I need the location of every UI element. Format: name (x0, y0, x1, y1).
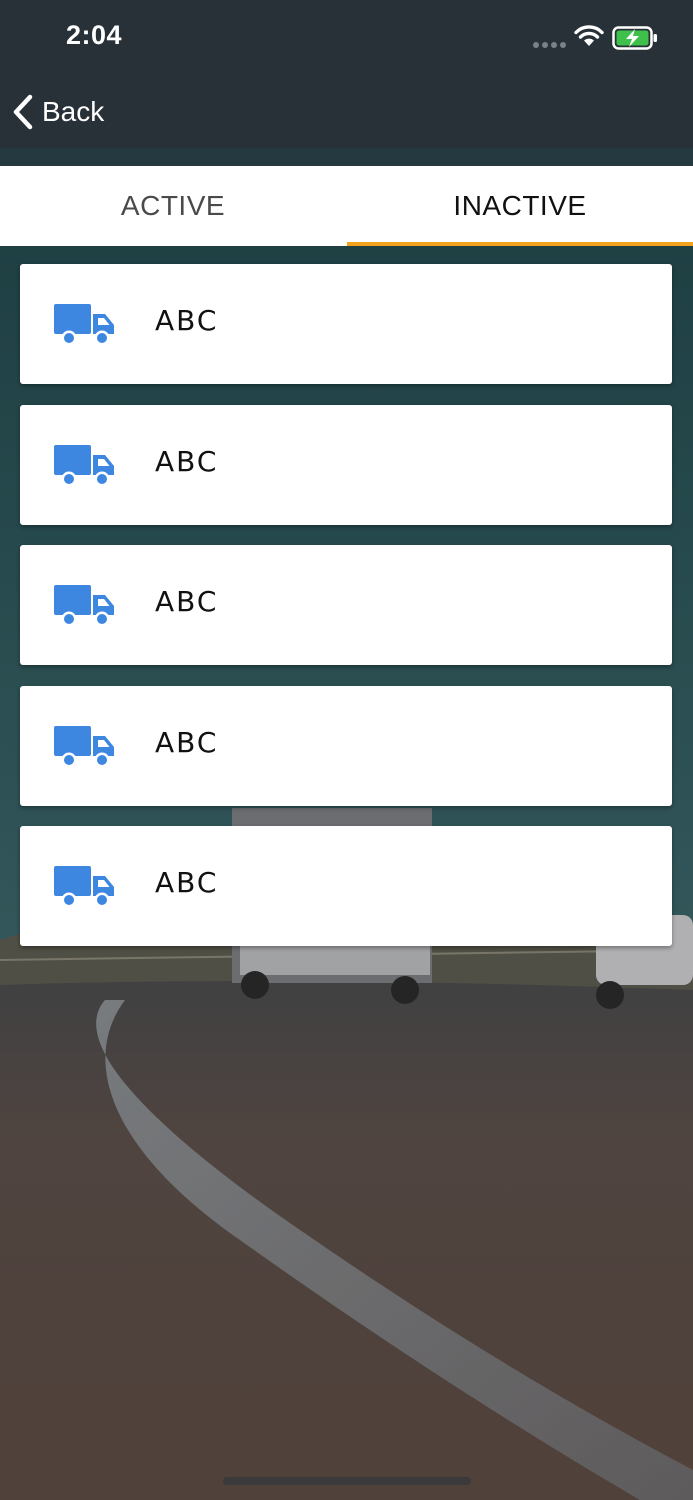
header-divider (0, 148, 693, 166)
truck-icon (54, 444, 114, 486)
vehicle-card[interactable]: ABC (20, 685, 672, 806)
app-screen: 2:04 Back ACTIVE INACTIVE ABC ABC ABC AB… (0, 0, 693, 1500)
truck-icon (54, 304, 114, 346)
navigation-bar: Back (0, 74, 693, 148)
back-label: Back (42, 96, 105, 127)
tab-active[interactable]: ACTIVE (0, 166, 346, 246)
tab-inactive[interactable]: INACTIVE (347, 166, 693, 246)
vehicle-card[interactable]: ABC (20, 545, 672, 665)
vehicle-name: ABC (155, 444, 219, 478)
battery-charging-icon (612, 26, 657, 50)
vehicle-name: ABC (155, 585, 219, 618)
vehicle-card[interactable]: ABC (20, 404, 672, 525)
chevron-left-icon (13, 94, 33, 130)
status-time: 2:04 (66, 20, 123, 50)
vehicle-list: ABC ABC ABC ABC ABC (20, 264, 673, 967)
vehicle-name: ABC (155, 304, 219, 337)
selected-tab-indicator (347, 242, 693, 246)
status-bar: 2:04 (0, 0, 693, 74)
wifi-icon (574, 25, 604, 46)
truck-icon (54, 866, 114, 908)
cellular-signal-icon (533, 42, 567, 48)
vehicle-card[interactable]: ABC (20, 264, 672, 384)
tab-bar: ACTIVE INACTIVE (0, 166, 693, 246)
vehicle-card[interactable]: ABC (20, 826, 672, 946)
truck-icon (54, 725, 114, 767)
back-button[interactable]: Back (10, 90, 104, 134)
vehicle-name: ABC (155, 866, 219, 899)
vehicle-name: ABC (155, 725, 219, 759)
home-indicator (223, 1477, 471, 1485)
truck-icon (54, 585, 114, 627)
